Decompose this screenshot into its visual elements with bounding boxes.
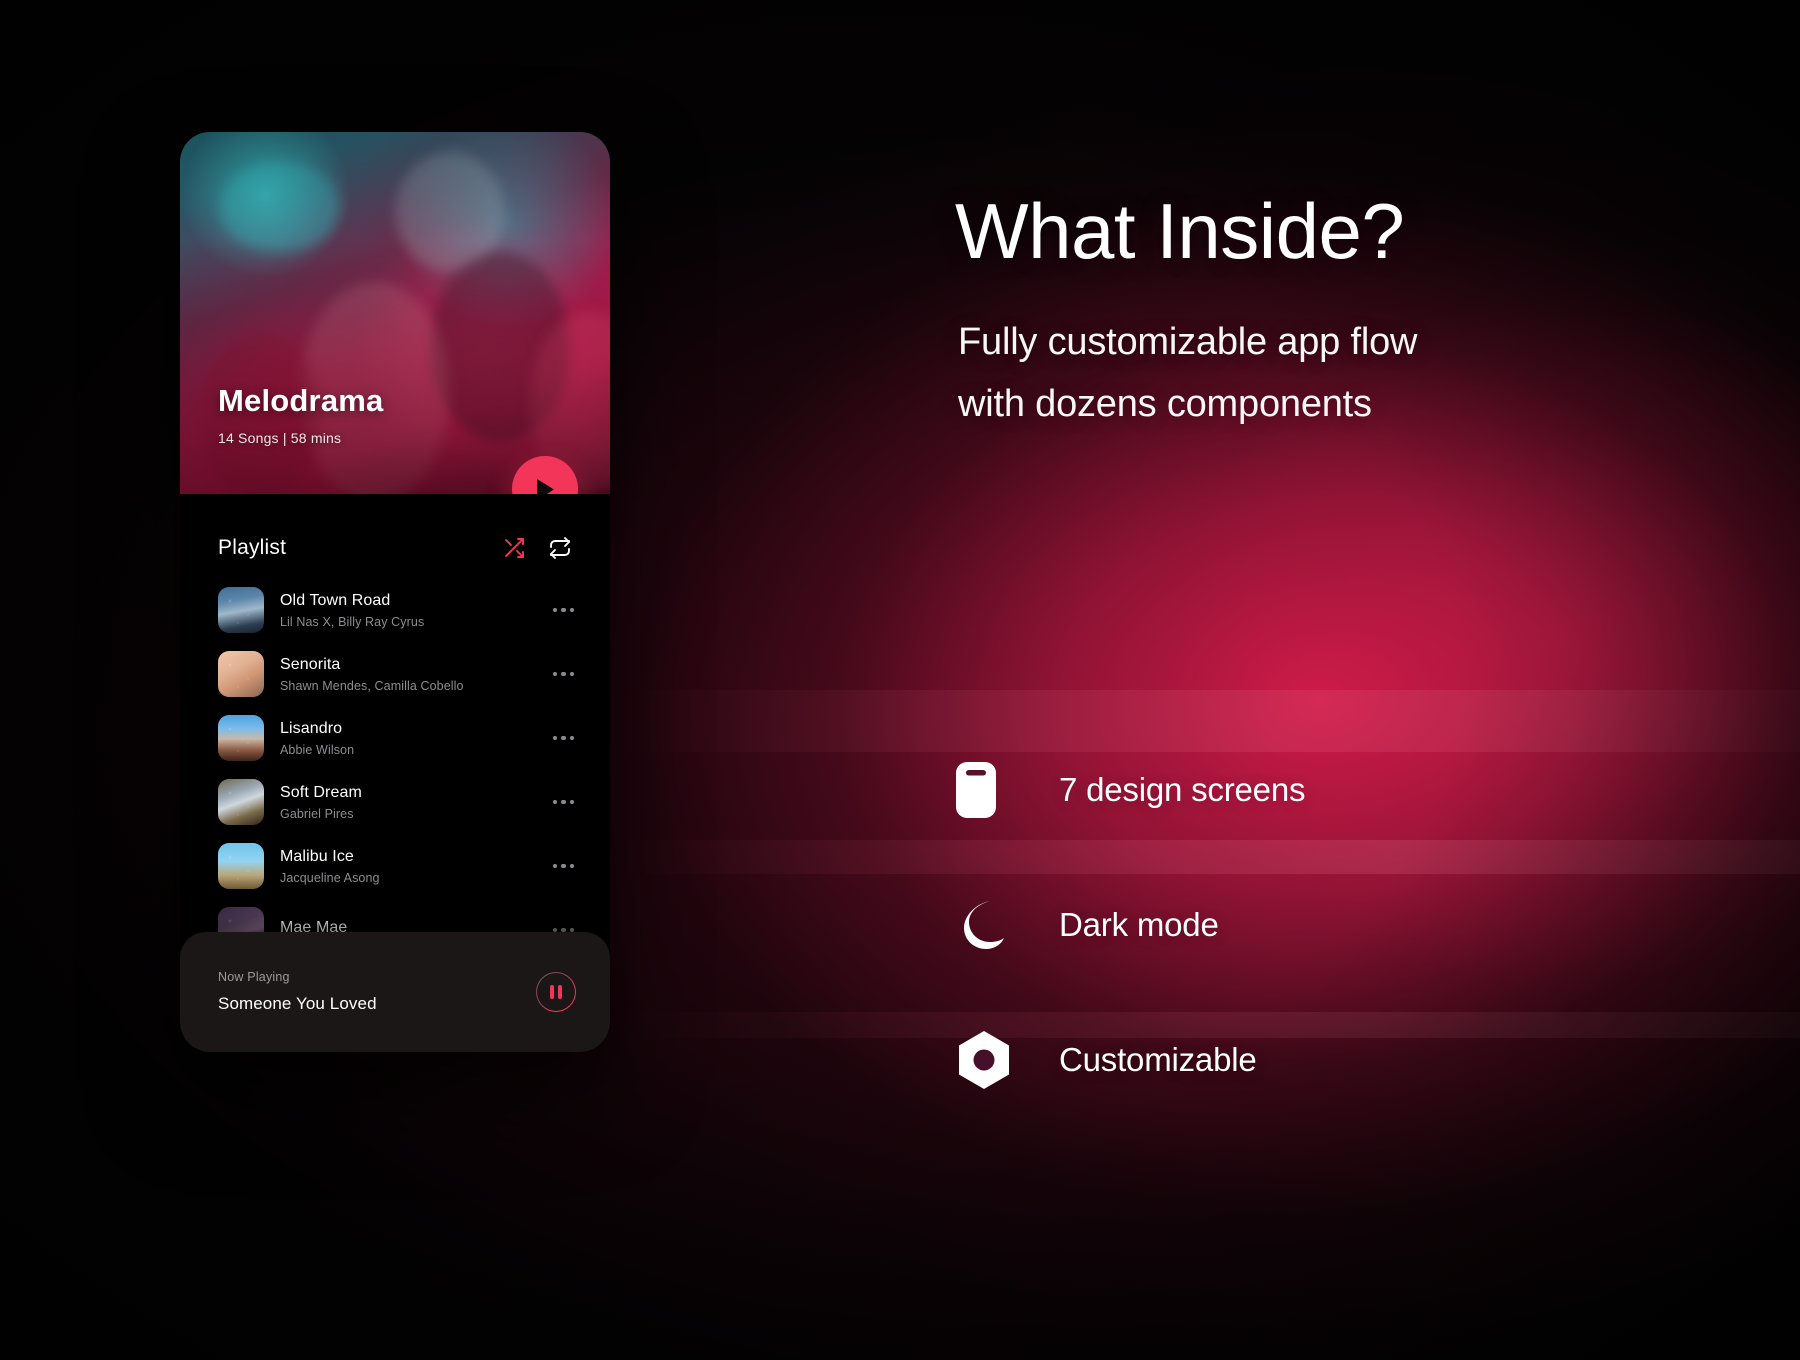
- marketing-panel: What Inside? Fully customizable app flow…: [955, 0, 1800, 1360]
- now-playing-bar: Now Playing Someone You Loved: [180, 932, 610, 1052]
- track-info: Soft Dream Gabriel Pires: [280, 783, 547, 821]
- track-artist: Gabriel Pires: [280, 807, 354, 821]
- playlist-header: Playlist: [180, 536, 610, 560]
- track-row[interactable]: Soft Dream Gabriel Pires: [180, 770, 610, 834]
- album-meta: 14 Songs | 58 mins: [218, 430, 342, 446]
- repeat-icon[interactable]: [548, 536, 572, 560]
- track-row[interactable]: Old Town Road Lil Nas X, Billy Ray Cyrus: [180, 578, 610, 642]
- album-hero: Melodrama 14 Songs | 58 mins: [180, 132, 610, 494]
- feature-item-customizable: Customizable: [955, 992, 1800, 1127]
- album-title: Melodrama: [218, 383, 384, 418]
- panel-subheading-line-1: Fully customizable app flow: [958, 321, 1418, 363]
- now-playing-label: Now Playing: [218, 970, 290, 984]
- hexagon-nut-icon: [959, 1030, 1009, 1089]
- track-artist: Jacqueline Asong: [280, 871, 380, 885]
- feature-icon-wrap: [955, 898, 1041, 952]
- track-title: Senorita: [280, 656, 341, 673]
- track-title: Malibu Ice: [280, 848, 354, 865]
- feature-label: Dark mode: [1059, 905, 1219, 943]
- track-more-button[interactable]: [547, 799, 581, 805]
- feature-item-design-screens: 7 design screens: [955, 722, 1800, 857]
- track-info: Senorita Shawn Mendes, Camilla Cobello: [280, 655, 547, 693]
- track-title: Soft Dream: [280, 784, 362, 801]
- track-artwork: [218, 843, 264, 889]
- track-artist: Lil Nas X, Billy Ray Cyrus: [280, 615, 425, 629]
- feature-icon-wrap: [955, 1029, 1041, 1091]
- track-more-button[interactable]: [547, 671, 581, 677]
- track-artist: Shawn Mendes, Camilla Cobello: [280, 679, 464, 693]
- feature-label: 7 design screens: [1059, 770, 1306, 808]
- phone-mockup: Melodrama 14 Songs | 58 mins Playlist Ol…: [180, 132, 610, 1052]
- album-text-block: Melodrama 14 Songs | 58 mins: [218, 383, 383, 446]
- track-row[interactable]: Senorita Shawn Mendes, Camilla Cobello: [180, 642, 610, 706]
- panel-subheading-line-2: with dozens components: [958, 382, 1372, 425]
- moon-icon: [964, 900, 1004, 949]
- track-artwork: [218, 779, 264, 825]
- track-more-button[interactable]: [547, 735, 581, 741]
- phone-icon: [956, 761, 996, 818]
- track-list: Old Town Road Lil Nas X, Billy Ray Cyrus…: [180, 578, 610, 962]
- track-info: Old Town Road Lil Nas X, Billy Ray Cyrus: [280, 591, 547, 629]
- track-artwork: [218, 587, 264, 633]
- track-artwork: [218, 715, 264, 761]
- track-more-button[interactable]: [547, 607, 581, 613]
- track-artwork: [218, 651, 264, 697]
- track-more-button[interactable]: [547, 863, 581, 869]
- track-title: Lisandro: [280, 720, 343, 737]
- pause-button[interactable]: [536, 972, 576, 1012]
- track-info: Lisandro Abbie Wilson: [280, 719, 547, 757]
- feature-item-dark-mode: Dark mode: [955, 857, 1800, 992]
- panel-subheading: Fully customizable app flow with dozens …: [958, 312, 1417, 435]
- track-artist: Abbie Wilson: [280, 743, 355, 757]
- playlist-section: Playlist Old Town Road Lil Nas X, Billy …: [180, 494, 610, 1052]
- feature-icon-wrap: [955, 761, 1041, 819]
- pause-icon: [550, 985, 562, 999]
- panel-heading: What Inside?: [955, 187, 1405, 275]
- feature-label: Customizable: [1059, 1040, 1257, 1078]
- playlist-title: Playlist: [218, 536, 287, 559]
- now-playing-text: Now Playing Someone You Loved: [218, 970, 377, 1014]
- now-playing-track: Someone You Loved: [218, 994, 377, 1013]
- track-info: Malibu Ice Jacqueline Asong: [280, 847, 547, 885]
- track-title: Old Town Road: [280, 592, 391, 609]
- track-row[interactable]: Malibu Ice Jacqueline Asong: [180, 834, 610, 898]
- shuffle-icon[interactable]: [502, 536, 526, 560]
- playlist-actions: [502, 536, 572, 560]
- feature-list: 7 design screens Dark mode Customizable: [955, 722, 1800, 1127]
- track-row[interactable]: Lisandro Abbie Wilson: [180, 706, 610, 770]
- play-icon: [537, 478, 554, 494]
